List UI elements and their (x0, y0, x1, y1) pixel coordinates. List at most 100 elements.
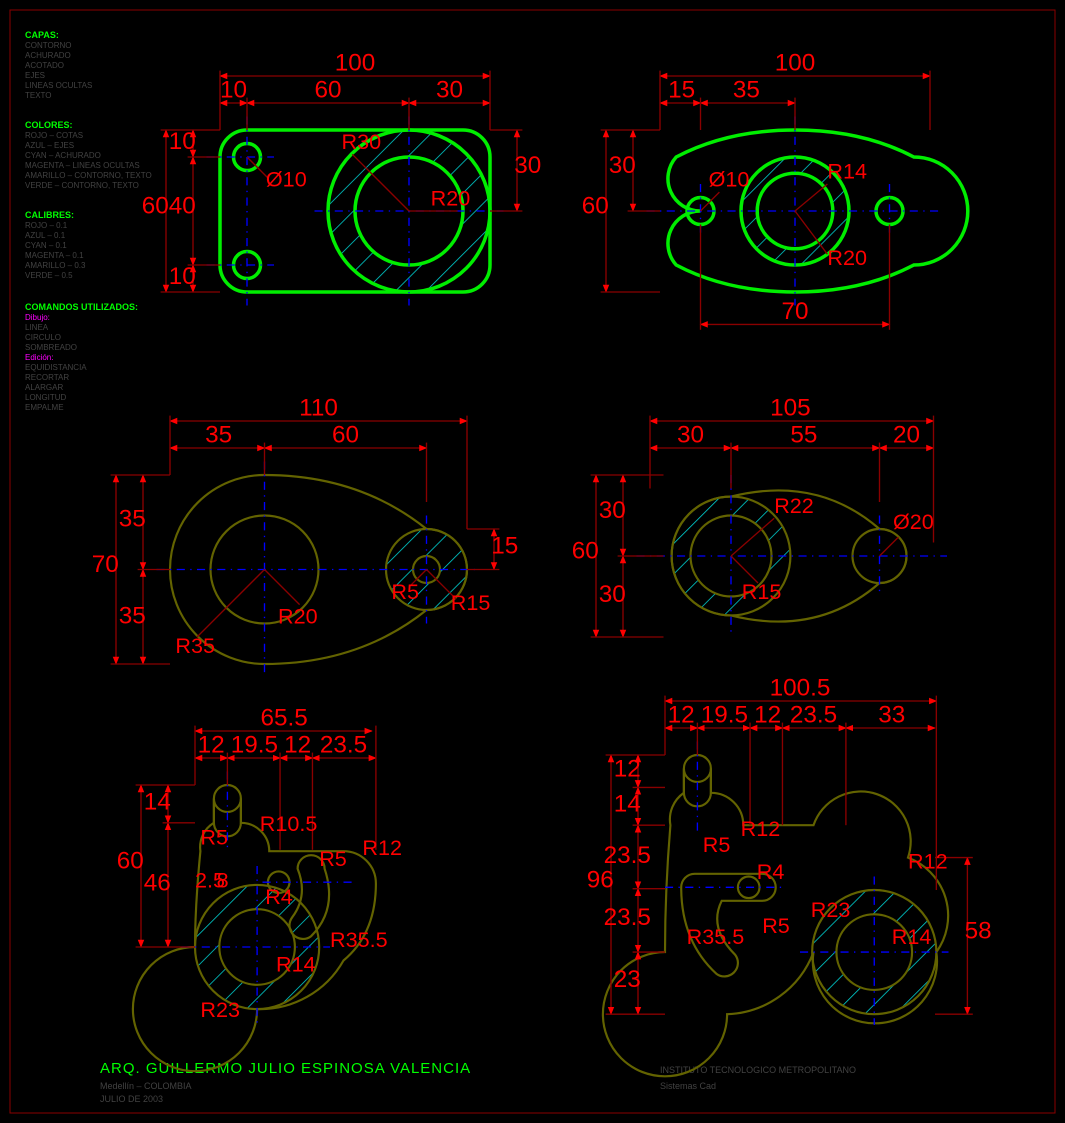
part-2: 100 15 35 60 30 70 R14 R20 Ø10 (582, 50, 968, 330)
cal-3: MAGENTA – 0.1 (25, 251, 84, 260)
p6-b: 19.5 (701, 702, 748, 729)
p4-a: 30 (677, 422, 704, 449)
footer-title: ARQ. GUILLERMO JULIO ESPINOSA VALENCIA (100, 1060, 471, 1077)
p4-r15: R15 (742, 579, 782, 604)
p1-lb: 40 (169, 193, 196, 220)
p6-c: 12 (754, 702, 781, 729)
p6-r23: R23 (811, 897, 851, 922)
p2-d10: Ø10 (709, 167, 750, 192)
p5-r5b: R5 (319, 846, 347, 871)
p5-eb: 8 (217, 868, 229, 893)
p5-r23: R23 (200, 997, 240, 1022)
cal-0: ROJO – 0.1 (25, 221, 68, 230)
p6-r14: R14 (892, 924, 932, 949)
p1-dc: 30 (436, 77, 463, 104)
p5-c: 12 (284, 732, 311, 759)
p4-r22: R22 (774, 493, 814, 518)
col-2: CYAN – ACHURADO (25, 151, 101, 160)
p5-r12: R12 (362, 835, 402, 860)
cal-1: AZUL – 0.1 (25, 231, 66, 240)
p5-a: 12 (198, 732, 225, 759)
cmd-e1: RECORTAR (25, 373, 69, 382)
p2-r20: R20 (827, 245, 867, 270)
p1-da: 10 (220, 77, 247, 104)
col-1: AZUL – EJES (25, 141, 74, 150)
footer-loc: Medellín – COLOMBIA (100, 1081, 192, 1091)
p6-r12b: R12 (908, 848, 948, 873)
cmd-edicion: Edición: (25, 353, 53, 362)
p1-d10: Ø10 (266, 167, 307, 192)
cmd-e4: EMPALME (25, 403, 64, 412)
colores-head: COLORES: (25, 120, 73, 130)
p4-la: 30 (599, 497, 626, 524)
capas-1: ACHURADO (25, 51, 71, 60)
p3-la: 35 (119, 505, 146, 532)
p1-w: 100 (335, 50, 376, 77)
capas-3: EJES (25, 71, 45, 80)
p2-r14: R14 (827, 159, 867, 184)
p5-b: 19.5 (231, 732, 278, 759)
part-1: 100 10 60 30 60 10 40 10 30 R30 R20 Ø10 (142, 50, 542, 306)
p2-w: 100 (775, 50, 816, 77)
col-0: ROJO – COTAS (25, 131, 83, 140)
p3-r35: R35 (175, 633, 215, 658)
p3-b: 60 (332, 422, 359, 449)
capas-head: CAPAS: (25, 30, 59, 40)
footer-inst-b: Sistemas Cad (660, 1081, 716, 1091)
p3-r5: R5 (391, 579, 419, 604)
p6-a: 12 (668, 702, 695, 729)
p3-dr: 15 (491, 532, 518, 559)
p6-lc: 23.5 (604, 842, 651, 869)
p2-h: 60 (582, 193, 609, 220)
p5-d: 23.5 (320, 732, 367, 759)
capas-5: TEXTO (25, 91, 52, 100)
cmd-d2: SOMBREADO (25, 343, 77, 352)
footer: ARQ. GUILLERMO JULIO ESPINOSA VALENCIA M… (100, 1060, 856, 1104)
cmd-e2: ALARGAR (25, 383, 63, 392)
p4-d20: Ø20 (893, 509, 934, 534)
p1-r20: R20 (431, 186, 471, 211)
p1-la: 10 (169, 128, 196, 155)
p3-r20: R20 (278, 604, 318, 629)
capas-0: CONTORNO (25, 41, 72, 50)
p6-lb: 14 (614, 791, 641, 818)
p6-e: 33 (878, 702, 905, 729)
p1-r30: R30 (342, 129, 382, 154)
cmd-e0: EQUIDISTANCIA (25, 363, 87, 372)
p3-lb: 35 (119, 603, 146, 630)
p6-h: 96 (587, 866, 614, 893)
p3-a: 35 (205, 422, 232, 449)
p6-r355: R35.5 (687, 924, 745, 949)
p4-lb: 30 (599, 581, 626, 608)
capas-4: LINEAS OCULTAS (25, 81, 92, 90)
cmd-dibujo: Dibujo: (25, 313, 50, 322)
p6-r4: R4 (757, 859, 785, 884)
legend: CAPAS: CONTORNO ACHURADO ACOTADO EJES LI… (25, 30, 152, 412)
p1-db: 60 (314, 77, 341, 104)
p1-h: 60 (142, 193, 169, 220)
p5-w: 65.5 (260, 705, 307, 732)
p5-r4: R4 (265, 884, 293, 909)
p2-a: 15 (668, 77, 695, 104)
p4-b: 55 (790, 422, 817, 449)
part-5: 65.5 12 19.5 12 23.5 60 14 46 2.5 8 R23 … (117, 705, 402, 1072)
p6-dr: 58 (965, 918, 992, 945)
p6-ld: 23.5 (604, 904, 651, 931)
p6-d: 23.5 (790, 702, 837, 729)
footer-date: JULIO DE 2003 (100, 1094, 163, 1104)
p6-la: 12 (614, 756, 641, 783)
part-3: 110 35 60 70 35 35 15 R35 R20 R15 R5 (92, 395, 519, 678)
p4-c: 20 (893, 422, 920, 449)
p4-h: 60 (572, 538, 599, 565)
p5-r14: R14 (276, 951, 316, 976)
p5-la: 14 (144, 788, 171, 815)
cal-4: AMARILLO – 0.3 (25, 261, 86, 270)
part-6: 100.5 12 19.5 12 23.5 33 96 12 14 23.5 2… (587, 675, 992, 1077)
p2-db: 70 (781, 298, 808, 325)
cal-5: VERDE – 0.5 (25, 271, 73, 280)
cmd-head: COMANDOS UTILIZADOS: (25, 302, 138, 312)
p1-r: 30 (514, 152, 541, 179)
col-3: MAGENTA – LINEAS OCULTAS (25, 161, 140, 170)
p6-w: 100.5 (770, 675, 831, 702)
p1-lc: 10 (169, 263, 196, 290)
